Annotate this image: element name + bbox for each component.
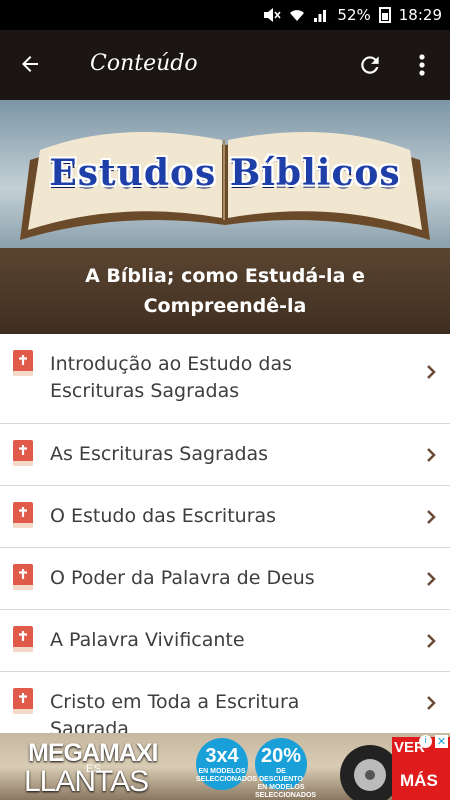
- chapter-list: Introdução ao Estudo das Escrituras Sagr…: [0, 334, 450, 762]
- chevron-right-icon: [427, 696, 436, 710]
- ad-banner[interactable]: MEGAMAXI ES LLANTAS 3x4 EN MODELOS SELEC…: [0, 733, 450, 800]
- section-title: A Bíblia; como Estudá-la e Compreendê-la: [85, 265, 365, 317]
- list-item[interactable]: As Escrituras Sagradas: [0, 424, 450, 486]
- bible-book-icon: [13, 350, 33, 376]
- tire-icon: [340, 745, 392, 800]
- ad-promo-discount: 20% DE DESCUENTO EN MODELOS SELECCIONADO…: [255, 738, 316, 799]
- bible-book-icon: [13, 626, 33, 652]
- battery-icon: [378, 7, 391, 23]
- ad-brand-bottom: LLANTAS: [24, 765, 149, 798]
- status-bar: 52% 18:29: [0, 0, 450, 30]
- list-item-label: As Escrituras Sagradas: [50, 443, 269, 465]
- list-item[interactable]: Introdução ao Estudo das Escrituras Sagr…: [0, 334, 450, 424]
- ad-promo-3x4: 3x4 EN MODELOS SELECCIONADOS: [196, 738, 257, 790]
- chevron-right-icon: [427, 365, 436, 379]
- section-header: A Bíblia; como Estudá-la e Compreendê-la: [0, 248, 450, 334]
- status-icons: 52% 18:29: [263, 6, 442, 24]
- chevron-right-icon: [427, 634, 436, 648]
- list-item[interactable]: O Poder da Palavra de Deus: [0, 548, 450, 610]
- mute-icon: [264, 8, 282, 22]
- bible-book-icon: [13, 502, 33, 528]
- list-item-label: O Estudo das Escrituras: [50, 505, 277, 527]
- app-bar: Conteúdo: [0, 30, 450, 100]
- list-item[interactable]: O Estudo das Escrituras: [0, 486, 450, 548]
- list-item-label: O Poder da Palavra de Deus: [50, 567, 315, 589]
- bible-book-icon: [13, 440, 33, 466]
- chevron-right-icon: [427, 572, 436, 586]
- arrow-back-icon[interactable]: [18, 52, 42, 76]
- bible-book-icon: [13, 688, 33, 714]
- wifi-icon: [290, 10, 305, 21]
- chevron-right-icon: [427, 448, 436, 462]
- banner-title: Estudos Bíblicos: [49, 152, 401, 194]
- refresh-icon[interactable]: [357, 52, 383, 78]
- chevron-right-icon: [427, 510, 436, 524]
- ad-info-icon[interactable]: i: [419, 735, 432, 748]
- list-item-label: Introdução ao Estudo das Escrituras Sagr…: [50, 353, 292, 402]
- ad-close-icon[interactable]: ✕: [435, 735, 448, 748]
- list-item[interactable]: A Palavra Vivificante: [0, 610, 450, 672]
- signal-icon: [314, 10, 327, 22]
- bible-book-icon: [13, 564, 33, 590]
- battery-percent: 52%: [337, 6, 371, 24]
- more-vert-icon[interactable]: [412, 52, 432, 78]
- clock: 18:29: [398, 6, 442, 24]
- list-item-label: A Palavra Vivificante: [50, 629, 245, 651]
- page-title: Conteúdo: [90, 51, 198, 76]
- header-banner: Estudos Bíblicos: [0, 100, 450, 248]
